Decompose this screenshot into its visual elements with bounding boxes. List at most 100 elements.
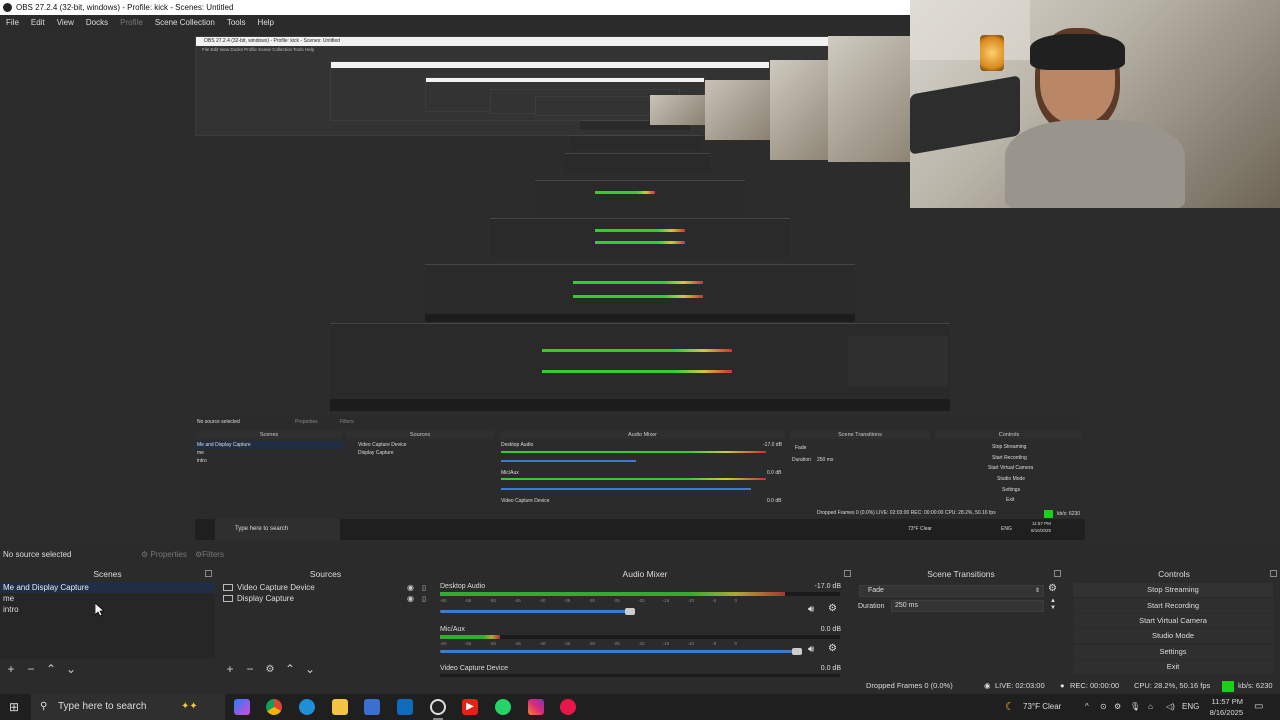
- dock-float-icon[interactable]: [844, 570, 851, 577]
- app-icon[interactable]: [560, 699, 576, 715]
- mic-icon[interactable]: 🎙︎: [1130, 694, 1140, 720]
- notification-icon[interactable]: ▭: [1254, 694, 1263, 720]
- copilot-icon[interactable]: [234, 699, 250, 715]
- duration-input[interactable]: 250 ms: [891, 600, 1044, 612]
- nested-ctrl-1: Stop Streaming: [992, 444, 1027, 450]
- properties-button[interactable]: ⚙ Properties: [141, 547, 187, 563]
- speaker-icon[interactable]: 🔊︎: [808, 644, 814, 655]
- scene-item[interactable]: intro: [0, 604, 215, 615]
- properties-label: Properties: [150, 550, 187, 559]
- whatsapp-icon[interactable]: [495, 699, 511, 715]
- scene-item[interactable]: Me and Display Capture: [0, 582, 215, 593]
- webcam-echo-1: [828, 36, 910, 162]
- nested-search: Type here to search: [235, 526, 289, 532]
- menu-profile[interactable]: Profile: [114, 15, 149, 30]
- sources-dock: Sources Video Capture Device ◉ ▯ Display…: [219, 568, 432, 678]
- outlook-icon[interactable]: [397, 699, 413, 715]
- remove-scene-button[interactable]: −: [22, 662, 40, 676]
- file-explorer-icon[interactable]: [332, 699, 348, 715]
- dock-float-icon[interactable]: [1270, 570, 1277, 577]
- nested-docks-xxl: [425, 264, 855, 322]
- lock-icon[interactable]: ▯: [422, 584, 426, 592]
- youtube-icon[interactable]: ▶: [462, 699, 478, 715]
- exit-button[interactable]: Exit: [1073, 660, 1273, 674]
- scene-item[interactable]: me: [0, 593, 215, 604]
- move-up-icon[interactable]: ⌃: [281, 662, 299, 676]
- clock[interactable]: 11:57 PM 8/16/2025: [1205, 696, 1243, 718]
- network-icon[interactable]: ⊙: [1100, 694, 1107, 720]
- volume-slider[interactable]: [440, 650, 800, 653]
- store-icon[interactable]: [364, 699, 380, 715]
- weather-text[interactable]: 73°F Clear: [1023, 694, 1061, 720]
- lock-icon[interactable]: ▯: [422, 595, 426, 603]
- nested-desktop-db: -17.0 dB: [763, 442, 782, 448]
- move-up-icon[interactable]: ⌃: [42, 662, 60, 676]
- speaker-icon[interactable]: 🔊︎: [808, 604, 814, 615]
- stop-streaming-button[interactable]: Stop Streaming: [1073, 583, 1273, 597]
- chevron-up-icon[interactable]: ^: [1085, 694, 1089, 720]
- gear-icon[interactable]: ⚙: [261, 664, 279, 675]
- stepper-icon[interactable]: ▲ ▼: [1050, 598, 1056, 612]
- menu-file[interactable]: File: [0, 15, 25, 30]
- obs-icon[interactable]: [430, 699, 446, 715]
- language-indicator[interactable]: ENG: [1182, 694, 1199, 720]
- studio-mode-button[interactable]: Studio Mode: [1073, 629, 1273, 643]
- transition-select[interactable]: Fade ⇕: [859, 585, 1044, 597]
- channel-name: Desktop Audio: [440, 583, 486, 590]
- filters-button[interactable]: ⚙Filters: [195, 547, 224, 563]
- gear-icon[interactable]: ⚙: [828, 643, 837, 654]
- gear-icon[interactable]: ⚙: [828, 603, 837, 614]
- remove-source-button[interactable]: −: [241, 662, 259, 676]
- search-placeholder: Type here to search: [58, 701, 147, 712]
- bitrate: kb/s: 6230: [1238, 681, 1273, 690]
- meter-ticks: -60 -55 -50 -45 -40 -35 -30 -25 -20 -15 …: [440, 641, 738, 646]
- live-indicator: [1222, 681, 1234, 692]
- nested-transition: Fade: [795, 445, 807, 451]
- nested-duration-label: Duration: [792, 457, 811, 463]
- source-item[interactable]: Display Capture ◉ ▯: [219, 593, 432, 604]
- settings-button[interactable]: Settings: [1073, 645, 1273, 659]
- menu-tools[interactable]: Tools: [221, 15, 252, 30]
- menu-view[interactable]: View: [51, 15, 80, 30]
- volume-slider[interactable]: [440, 610, 630, 613]
- menu-help[interactable]: Help: [252, 15, 280, 30]
- eye-icon[interactable]: ◉: [407, 583, 414, 592]
- gear-icon[interactable]: ⚙: [1048, 583, 1057, 594]
- source-item[interactable]: Video Capture Device ◉ ▯: [219, 582, 432, 593]
- dock-float-icon[interactable]: [1054, 570, 1061, 577]
- nested-scene-1: Me and Display Capture: [197, 442, 251, 448]
- nested-docks-xl: [490, 218, 790, 258]
- channel-db: -17.0 dB: [814, 583, 841, 590]
- nested-desktop-audio: Desktop Audio: [501, 442, 534, 448]
- wifi-icon[interactable]: ⌂: [1148, 694, 1153, 720]
- search-icon: ⚲: [40, 701, 48, 712]
- instagram-icon[interactable]: [528, 699, 544, 715]
- start-recording-button[interactable]: Start Recording: [1073, 599, 1273, 613]
- slider-knob[interactable]: [625, 608, 635, 615]
- nested-mic: Mic/Aux: [501, 470, 519, 476]
- channel-name: Video Capture Device: [440, 665, 508, 672]
- taskbar-search[interactable]: ⚲ Type here to search ✦✦: [31, 694, 225, 720]
- edge-icon[interactable]: [299, 699, 315, 715]
- menu-edit[interactable]: Edit: [25, 15, 51, 30]
- move-down-icon[interactable]: ⌄: [301, 662, 319, 676]
- dock-float-icon[interactable]: [205, 570, 212, 577]
- transitions-header: Scene Transitions: [927, 569, 995, 579]
- eye-icon[interactable]: ◉: [407, 594, 414, 603]
- nested-source-2: Display Capture: [358, 450, 394, 456]
- slider-knob[interactable]: [792, 648, 802, 655]
- move-down-icon[interactable]: ⌄: [62, 662, 80, 676]
- windows-start-icon[interactable]: ⊞: [9, 701, 21, 713]
- nested-filters: Filters: [340, 419, 354, 425]
- menu-docks[interactable]: Docks: [80, 15, 114, 30]
- menu-scene-collection[interactable]: Scene Collection: [149, 15, 221, 30]
- chrome-icon[interactable]: [266, 699, 282, 715]
- volume-icon[interactable]: ◁): [1166, 694, 1175, 720]
- obs-icon: [3, 3, 12, 12]
- webcam-echo-2: [770, 60, 828, 160]
- add-scene-button[interactable]: +: [2, 662, 20, 676]
- start-virtual-camera-button[interactable]: Start Virtual Camera: [1073, 614, 1273, 628]
- scenes-toolbar: + − ⌃ ⌄: [0, 660, 215, 678]
- settings-tray-icon[interactable]: ⚙: [1114, 694, 1121, 720]
- add-source-button[interactable]: +: [221, 662, 239, 676]
